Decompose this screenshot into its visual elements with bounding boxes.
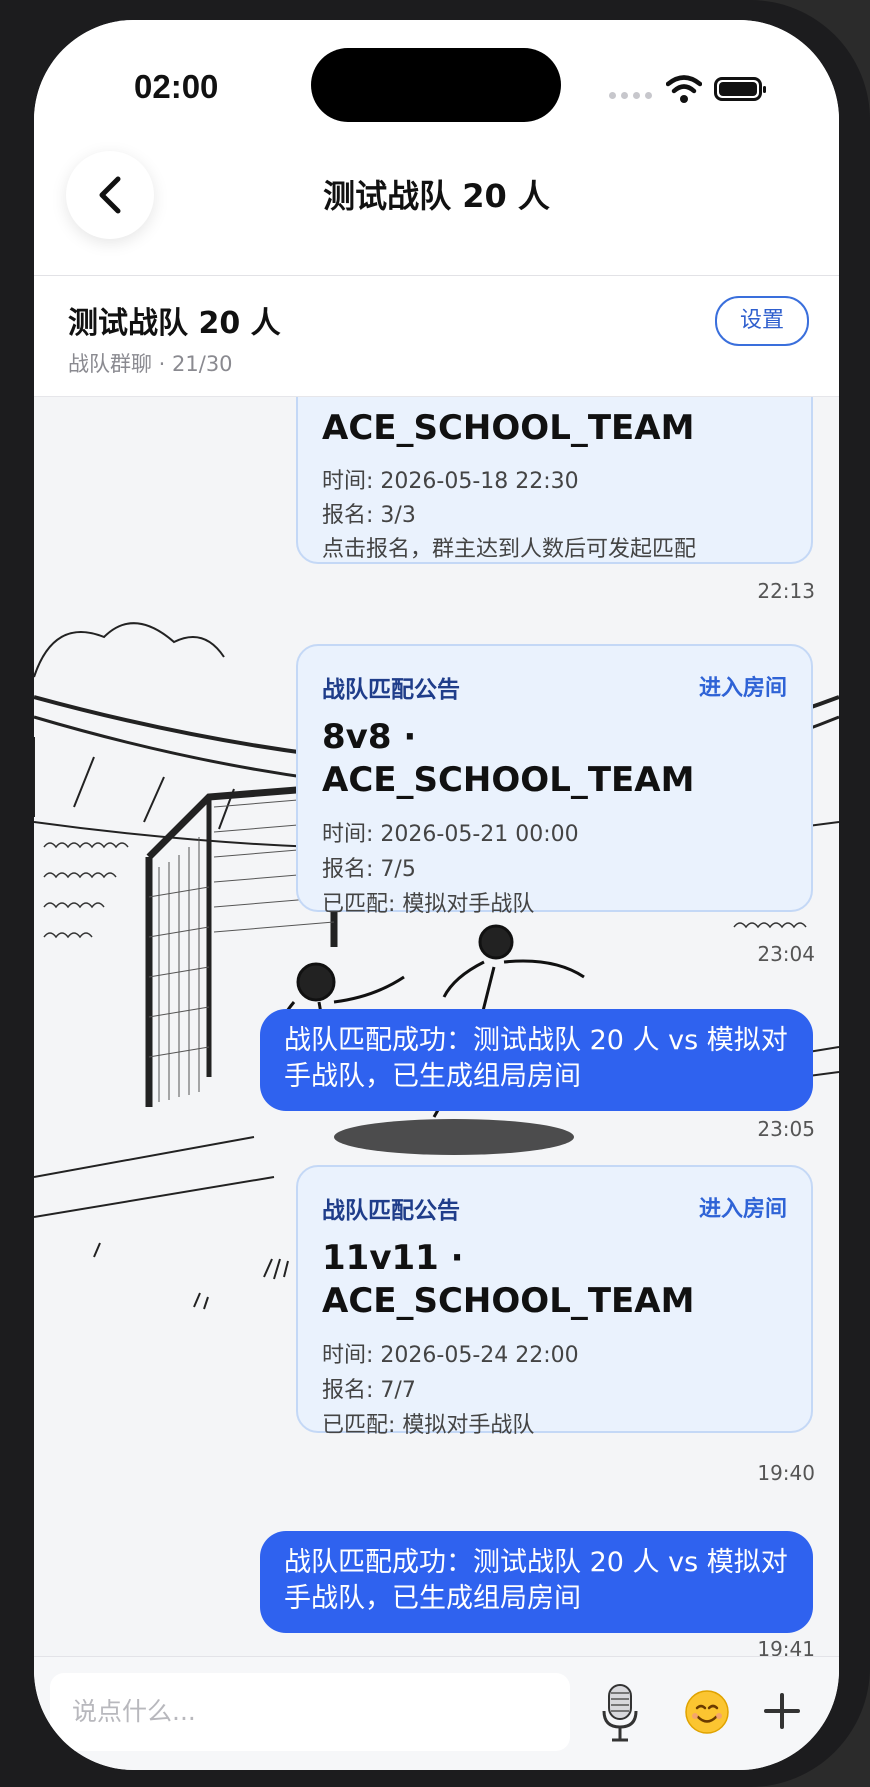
chat-area[interactable]: ACE_SCHOOL_TEAM 时间: 2026-05-18 22:30 报名:… xyxy=(34,397,839,1674)
battery-icon xyxy=(714,77,766,101)
smiling-face-icon[interactable] xyxy=(684,1689,730,1735)
group-header: 测试战队 20 人 战队群聊 · 21/30 设置 xyxy=(34,276,839,397)
phone-screen: 02:00 测试战队 20 人 测试战队 20 人 战队群聊 · 21/30 设… xyxy=(34,20,839,1770)
team-match-card[interactable]: 战队匹配公告 进入房间 11v11 · ACE_SCHOOL_TEAM 时间: … xyxy=(296,1165,813,1438)
cellular-signal-icon xyxy=(609,92,652,99)
card-time: 时间: 2026-05-18 22:30 xyxy=(322,469,579,494)
card-title-line2: ACE_SCHOOL_TEAM xyxy=(322,1281,695,1321)
card-title-line1: 8v8 · xyxy=(322,717,417,757)
team-match-card[interactable]: 战队匹配公告 进入房间 8v8 · ACE_SCHOOL_TEAM 时间: 20… xyxy=(296,644,813,917)
enter-room-link[interactable]: 进入房间 xyxy=(699,670,787,702)
card-time: 时间: 2026-05-21 00:00 xyxy=(322,822,579,847)
card-signup: 报名: 7/5 xyxy=(322,857,416,882)
wifi-icon xyxy=(666,75,702,103)
card-title-line1: 11v11 · xyxy=(322,1238,464,1278)
card-label: 战队匹配公告 xyxy=(322,1198,460,1224)
message-input[interactable]: 说点什么... xyxy=(50,1673,570,1751)
nav-bar: 测试战队 20 人 xyxy=(34,135,839,276)
message-timestamp: 22:13 xyxy=(757,579,815,603)
status-time: 02:00 xyxy=(134,68,219,105)
card-matched: 已匹配: 模拟对手战队 xyxy=(322,1413,535,1438)
team-match-card[interactable]: ACE_SCHOOL_TEAM 时间: 2026-05-18 22:30 报名:… xyxy=(296,397,813,564)
card-matched: 已匹配: 模拟对手战队 xyxy=(322,892,535,917)
card-note: 点击报名，群主达到人数后可发起匹配 xyxy=(322,537,697,562)
dynamic-island xyxy=(311,48,561,122)
input-bar: 说点什么... xyxy=(34,1656,839,1770)
enter-room-link[interactable]: 进入房间 xyxy=(699,1191,787,1223)
group-title: 测试战队 20 人 xyxy=(68,306,281,341)
system-message-bubble: 战队匹配成功：测试战队 20 人 vs 模拟对手战队，已生成组局房间 xyxy=(260,1009,813,1111)
message-timestamp: 19:40 xyxy=(757,1461,815,1485)
settings-button[interactable]: 设置 xyxy=(715,296,809,346)
card-signup: 报名: 7/7 xyxy=(322,1378,416,1403)
message-timestamp: 23:04 xyxy=(757,942,815,966)
group-subtitle: 战队群聊 · 21/30 xyxy=(68,352,233,376)
message-timestamp: 23:05 xyxy=(757,1117,815,1141)
page-title: 测试战队 20 人 xyxy=(323,177,550,215)
card-title: ACE_SCHOOL_TEAM xyxy=(322,408,695,448)
device-frame: 02:00 测试战队 20 人 测试战队 20 人 战队群聊 · 21/30 设… xyxy=(0,0,870,1787)
card-title-line2: ACE_SCHOOL_TEAM xyxy=(322,760,695,800)
card-label: 战队匹配公告 xyxy=(322,677,460,703)
microphone-icon[interactable] xyxy=(600,1683,640,1743)
status-bar: 02:00 xyxy=(34,20,839,150)
system-message-bubble: 战队匹配成功：测试战队 20 人 vs 模拟对手战队，已生成组局房间 xyxy=(260,1531,813,1633)
plus-icon[interactable] xyxy=(762,1691,802,1731)
card-signup: 报名: 3/3 xyxy=(322,503,416,528)
card-time: 时间: 2026-05-24 22:00 xyxy=(322,1343,579,1368)
